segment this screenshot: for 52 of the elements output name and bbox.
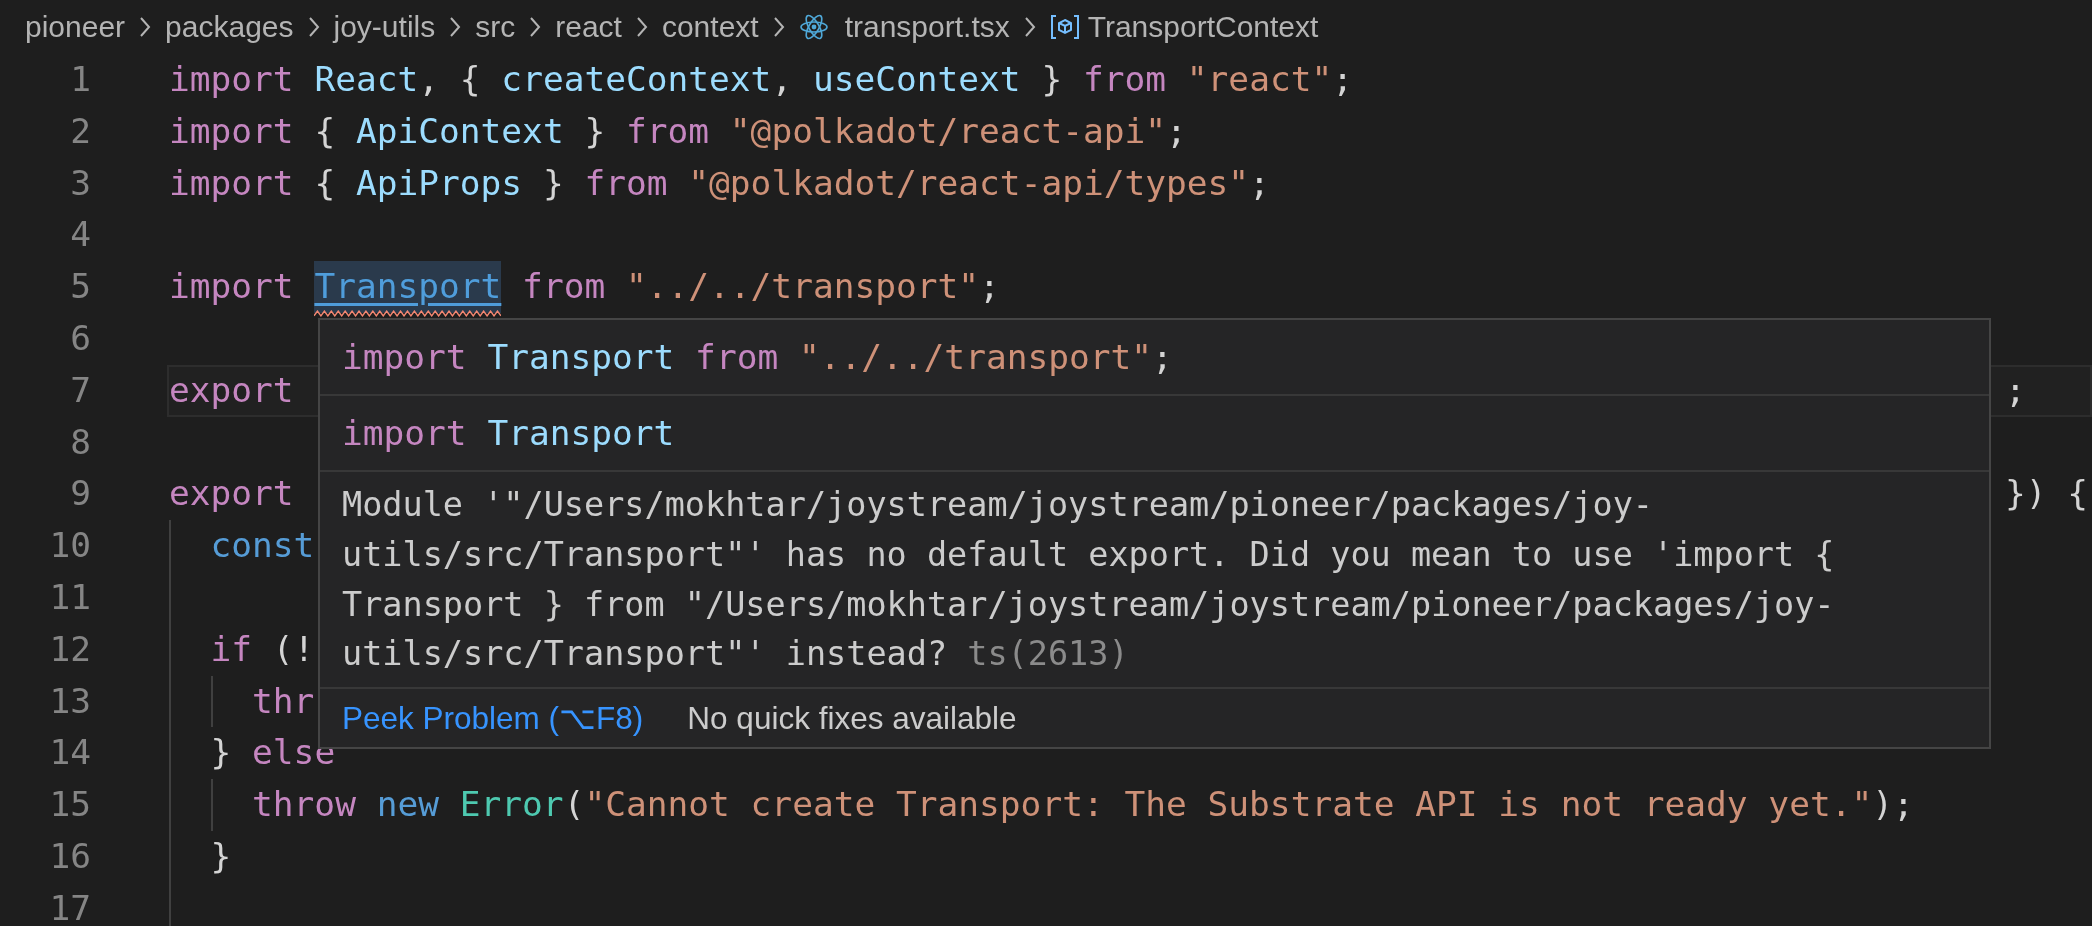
line-number: 1 xyxy=(69,58,91,101)
code-line: export xyxy=(169,368,294,412)
code-line: thr xyxy=(252,679,315,723)
code-line: const xyxy=(210,524,315,568)
line-number: 9 xyxy=(69,472,91,516)
breadcrumb-item[interactable]: src xyxy=(475,10,516,44)
breadcrumb-item[interactable]: context xyxy=(661,10,759,44)
react-atom-icon xyxy=(798,13,829,41)
code-line: import Transport xyxy=(342,413,675,453)
line-number: 3 xyxy=(69,161,91,205)
breadcrumb-item[interactable]: transport.tsx xyxy=(844,10,1010,44)
line-number: 2 xyxy=(69,109,91,153)
code-line: } xyxy=(210,834,232,878)
chevron-right-icon xyxy=(1023,16,1036,38)
code-line: export xyxy=(169,472,294,516)
line-number: 17 xyxy=(48,886,91,926)
breadcrumb-item[interactable]: pioneer xyxy=(25,10,126,44)
chevron-right-icon xyxy=(307,16,320,38)
line-number: 7 xyxy=(69,368,91,412)
status-text: No quick fixes available xyxy=(687,699,1017,737)
line-number: 4 xyxy=(69,213,91,257)
code-line: throw new Error("Cannot create Transport: The Substrate API is not ready yet."); xyxy=(252,783,1914,827)
line-number: 13 xyxy=(48,679,91,723)
code-line: if (! xyxy=(210,627,315,671)
line-number: 14 xyxy=(48,731,91,775)
code-line: import { ApiContext } from "@polkadot/react-api"; xyxy=(169,109,1187,153)
breadcrumb-item[interactable]: packages xyxy=(165,10,294,44)
line-number: 10 xyxy=(48,524,91,568)
code-line: import { ApiProps } from "@polkadot/react-api/types"; xyxy=(169,161,1270,205)
line-number: 12 xyxy=(48,627,91,671)
code-fragment: ; xyxy=(2005,368,2026,412)
line-number: 11 xyxy=(48,575,91,619)
peek-problem-link[interactable]: Peek Problem (⌥F8) xyxy=(342,699,644,737)
line-number: 8 xyxy=(69,420,91,464)
code-line: import Transport from "../../transport"; xyxy=(169,261,1000,313)
chevron-right-icon xyxy=(772,16,785,38)
breadcrumb-item[interactable]: react xyxy=(555,10,622,44)
line-number: 6 xyxy=(69,317,91,360)
chevron-right-icon xyxy=(139,16,152,38)
line-number: 15 xyxy=(48,783,91,827)
breadcrumb-item[interactable]: joy-utils xyxy=(333,10,436,44)
chevron-right-icon xyxy=(529,16,542,38)
code-line: import React, { createContext, useContext } from "react"; xyxy=(169,58,1353,101)
line-number: 5 xyxy=(69,265,91,309)
code-fragment: }) { xyxy=(2005,472,2089,516)
chevron-right-icon xyxy=(449,16,462,38)
cube-brackets-icon xyxy=(1049,14,1080,40)
chevron-right-icon xyxy=(635,16,648,38)
code-line: import Transport from "../../transport"; xyxy=(342,337,1173,377)
breadcrumb-item[interactable]: TransportContext xyxy=(1087,10,1319,44)
line-number: 16 xyxy=(48,834,91,878)
error-message: Module '"/Users/mokhtar/joystream/joystream/pioneer/packages/joy-utils/src/Transport"' has no default export. Did you mean to use 'import { Transport } from "/Users/mokhtar/joystream/joystream/pioneer/packages/joy-utils/src/Transport"' instead? ts(2613) xyxy=(342,484,1836,676)
